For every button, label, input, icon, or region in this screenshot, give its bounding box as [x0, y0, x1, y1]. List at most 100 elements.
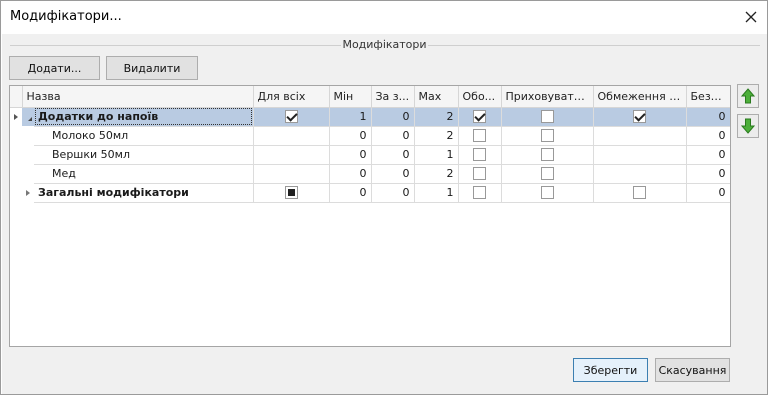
obo-checkbox[interactable] — [473, 186, 486, 200]
for-all-checkbox[interactable] — [284, 186, 298, 200]
row-name[interactable]: Вершки 50мл — [34, 145, 254, 165]
obo-cell[interactable] — [458, 183, 502, 203]
limit-checkbox[interactable] — [633, 110, 646, 124]
modifiers-grid[interactable]: Назва Для всіх Мін За з... Max Обо... Пр… — [9, 85, 731, 347]
hide-checkbox[interactable] — [540, 110, 554, 124]
za-cell[interactable]: 0 — [371, 145, 415, 165]
hide-checkbox[interactable] — [540, 167, 554, 181]
obo-checkbox[interactable] — [473, 167, 486, 181]
column-header-hide[interactable]: Приховувати,... — [501, 86, 594, 108]
column-header-min[interactable]: Мін — [329, 86, 372, 108]
table-row[interactable]: Вершки 50мл 0 0 1 0 — [10, 145, 730, 165]
hide-checkbox[interactable] — [540, 129, 554, 143]
obo-checkbox[interactable] — [473, 129, 486, 143]
for-all-cell[interactable] — [253, 183, 330, 203]
za-cell[interactable]: 0 — [371, 164, 415, 184]
column-header-for-all[interactable]: Для всіх — [253, 86, 330, 108]
min-cell[interactable]: 0 — [329, 164, 372, 184]
table-row[interactable]: Молоко 50мл 0 0 2 0 — [10, 126, 730, 146]
obo-cell[interactable] — [458, 164, 502, 184]
row-name[interactable]: Молоко 50мл — [34, 126, 254, 146]
max-cell[interactable]: 2 — [414, 107, 459, 127]
max-cell[interactable]: 1 — [414, 183, 459, 203]
limit-cell[interactable] — [593, 107, 687, 127]
limit-checkbox[interactable] — [633, 186, 646, 200]
limit-cell[interactable] — [593, 145, 687, 165]
table-row[interactable]: Додатки до напоїв 1 0 2 0 — [10, 107, 730, 127]
row-indicator — [10, 107, 22, 126]
expand-toggle[interactable] — [22, 183, 34, 202]
table-row[interactable]: Загальні модифікатори 0 0 1 0 — [10, 183, 730, 203]
row-name[interactable]: Загальні модифікатори — [34, 183, 254, 203]
close-icon — [745, 11, 757, 23]
group-title: Модифікатори — [342, 38, 427, 51]
move-down-button[interactable] — [737, 114, 759, 138]
collapse-icon — [24, 117, 32, 122]
min-cell[interactable]: 0 — [329, 183, 372, 203]
min-cell[interactable]: 0 — [329, 145, 372, 165]
delete-button[interactable]: Видалити — [106, 56, 198, 80]
free-cell[interactable]: 0 — [686, 145, 730, 165]
min-cell[interactable]: 1 — [329, 107, 372, 127]
cancel-button[interactable]: Скасування — [655, 358, 730, 382]
hide-cell[interactable] — [501, 183, 594, 203]
hide-cell[interactable] — [501, 126, 594, 146]
hide-checkbox[interactable] — [540, 148, 554, 162]
for-all-cell[interactable] — [253, 145, 330, 165]
row-name[interactable]: Додатки до напоїв — [34, 107, 254, 127]
tree-spacer — [22, 145, 34, 164]
title-bar: Модифікатори... — [1, 1, 767, 33]
column-header-max[interactable]: Max — [414, 86, 459, 108]
free-cell[interactable]: 0 — [686, 126, 730, 146]
free-cell[interactable]: 0 — [686, 164, 730, 184]
max-cell[interactable]: 1 — [414, 145, 459, 165]
for-all-cell[interactable] — [253, 164, 330, 184]
za-cell[interactable]: 0 — [371, 183, 415, 203]
tree-spacer — [22, 164, 34, 183]
arrow-down-icon — [741, 118, 755, 134]
obo-cell[interactable] — [458, 145, 502, 165]
limit-cell[interactable] — [593, 126, 687, 146]
row-indicator — [10, 183, 22, 202]
column-header-za[interactable]: За з... — [371, 86, 415, 108]
grid-header: Назва Для всіх Мін За з... Max Обо... Пр… — [10, 86, 730, 108]
min-cell[interactable]: 0 — [329, 126, 372, 146]
hide-cell[interactable] — [501, 107, 594, 127]
add-button[interactable]: Додати... — [9, 56, 100, 80]
za-cell[interactable]: 0 — [371, 107, 415, 127]
move-up-button[interactable] — [737, 84, 759, 108]
obo-cell[interactable] — [458, 126, 502, 146]
for-all-cell[interactable] — [253, 107, 330, 127]
hide-checkbox[interactable] — [540, 186, 554, 200]
free-cell[interactable]: 0 — [686, 183, 730, 203]
free-cell[interactable]: 0 — [686, 107, 730, 127]
obo-cell[interactable] — [458, 107, 502, 127]
close-button[interactable] — [741, 7, 761, 27]
limit-cell[interactable] — [593, 164, 687, 184]
hide-cell[interactable] — [501, 164, 594, 184]
obo-checkbox[interactable] — [473, 148, 486, 162]
hide-cell[interactable] — [501, 145, 594, 165]
header-indicator — [10, 86, 23, 108]
row-name[interactable]: Мед — [34, 164, 254, 184]
row-indicator — [10, 164, 22, 183]
row-indicator — [10, 145, 22, 164]
for-all-checkbox[interactable] — [284, 110, 298, 124]
for-all-cell[interactable] — [253, 126, 330, 146]
dialog-body: Модифікатори Додати... Видалити Назва Дл… — [2, 34, 767, 394]
window-title: Модифікатори... — [10, 9, 122, 24]
save-button[interactable]: Зберегти — [573, 358, 648, 382]
current-row-icon — [14, 114, 18, 121]
max-cell[interactable]: 2 — [414, 126, 459, 146]
max-cell[interactable]: 2 — [414, 164, 459, 184]
limit-cell[interactable] — [593, 183, 687, 203]
group-line — [428, 45, 760, 46]
obo-checkbox[interactable] — [473, 110, 486, 124]
collapse-toggle[interactable] — [22, 107, 34, 126]
column-header-name[interactable]: Назва — [22, 86, 254, 108]
column-header-free[interactable]: Безк... — [686, 86, 730, 108]
column-header-limit[interactable]: Обмеження на... — [593, 86, 687, 108]
table-row[interactable]: Мед 0 0 2 0 — [10, 164, 730, 184]
za-cell[interactable]: 0 — [371, 126, 415, 146]
column-header-obo[interactable]: Обо... — [458, 86, 502, 108]
